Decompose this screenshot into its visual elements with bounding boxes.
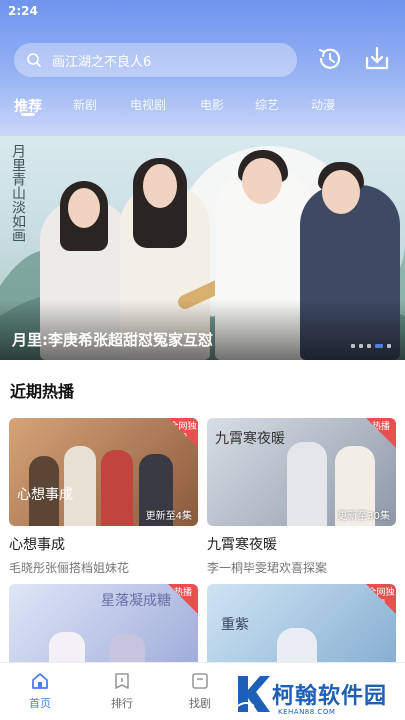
hot-badge: 热播 [366,418,396,448]
search-query: 画江湖之不良人6 [52,54,152,70]
thumb-art-title: 星落凝成糖 [101,593,171,609]
banner-dot[interactable] [359,344,363,348]
banner-dot[interactable] [351,344,355,348]
tab-recommend[interactable]: 推荐 [14,92,42,116]
banner-dot-active[interactable] [375,344,383,348]
drama-thumbnail[interactable]: 心想事成 全网独播 更新至4集 [9,418,198,526]
tab-variety[interactable]: 综艺 [255,92,279,113]
download-icon[interactable] [362,44,392,74]
nav-ranking[interactable]: 排行 [92,671,152,711]
nav-home-label: 首页 [29,697,51,710]
section-title-recent: 近期热播 [10,382,75,401]
nav-home[interactable]: 首页 [10,671,70,711]
banner-person-3-face [242,158,282,204]
drama-thumbnail[interactable]: 九霄寒夜暖 热播 更新至30集 [207,418,396,526]
search-bar[interactable]: 画江湖之不良人6 [14,43,297,77]
nav-find-label: 找剧 [189,697,211,710]
find-icon [192,673,208,689]
thumb-figure [101,450,133,526]
tab-new-drama[interactable]: 新剧 [73,92,97,113]
history-icon[interactable] [315,44,345,74]
drama-card[interactable]: 心想事成 全网独播 更新至4集 心想事成 毛晓彤张俪搭档姐妹花 [9,418,198,576]
hero-banner[interactable]: 月里青山淡如画 月里:李庚希张超甜怼冤家互怼 [0,136,405,360]
top-header: 2:24 画江湖之不良人6 推荐 新剧 电视剧 电影 综艺 动漫 [0,0,405,136]
exclusive-badge: 全网独播 [366,584,396,614]
exclusive-badge: 全网独播 [168,418,198,448]
tab-movies[interactable]: 电影 [200,92,224,113]
drama-title[interactable]: 九霄寒夜暖 [207,534,396,554]
nav-ranking-label: 排行 [111,697,133,710]
status-time: 2:24 [8,4,38,18]
thumb-art-title: 九霄寒夜暖 [215,431,285,447]
banner-dot[interactable] [387,344,391,348]
tab-tv-series[interactable]: 电视剧 [130,92,166,113]
nav-find[interactable]: 找剧 [170,671,230,711]
drama-subtitle: 李一桐毕雯珺欢喜探案 [207,561,328,575]
banner-person-2-face [143,164,177,208]
category-tabs: 推荐 新剧 电视剧 电影 综艺 动漫 [0,92,405,124]
hot-badge: 热播 [168,584,198,614]
thumb-art-title: 心想事成 [17,487,73,503]
banner-calligraphy: 月里青山淡如画 [10,144,26,242]
banner-pagination [351,344,391,348]
search-icon [27,53,41,67]
drama-subtitle: 毛晓彤张俪搭档姐妹花 [9,561,130,575]
episode-status: 更新至30集 [337,511,390,522]
kehan-logo-icon [237,676,270,712]
banner-person-1-face [68,188,100,228]
drama-card[interactable]: 九霄寒夜暖 热播 更新至30集 九霄寒夜暖 李一桐毕雯珺欢喜探案 [207,418,396,576]
banner-title: 月里:李庚希张超甜怼冤家互怼 [12,331,213,349]
home-icon [32,673,48,689]
watermark: 柯翰软件园 KEHAN88.COM [230,668,405,720]
thumb-art-title: 重紫 [221,617,249,633]
drama-title[interactable]: 心想事成 [9,534,198,554]
banner-person-4-face [322,170,360,214]
banner-dot[interactable] [367,344,371,348]
tab-anime[interactable]: 动漫 [311,92,335,113]
episode-status: 更新至4集 [145,511,192,522]
watermark-sub: KEHAN88.COM [278,708,336,716]
ranking-icon [115,673,129,689]
watermark-text: 柯翰软件园 [272,684,388,709]
thumb-figure [287,442,327,526]
